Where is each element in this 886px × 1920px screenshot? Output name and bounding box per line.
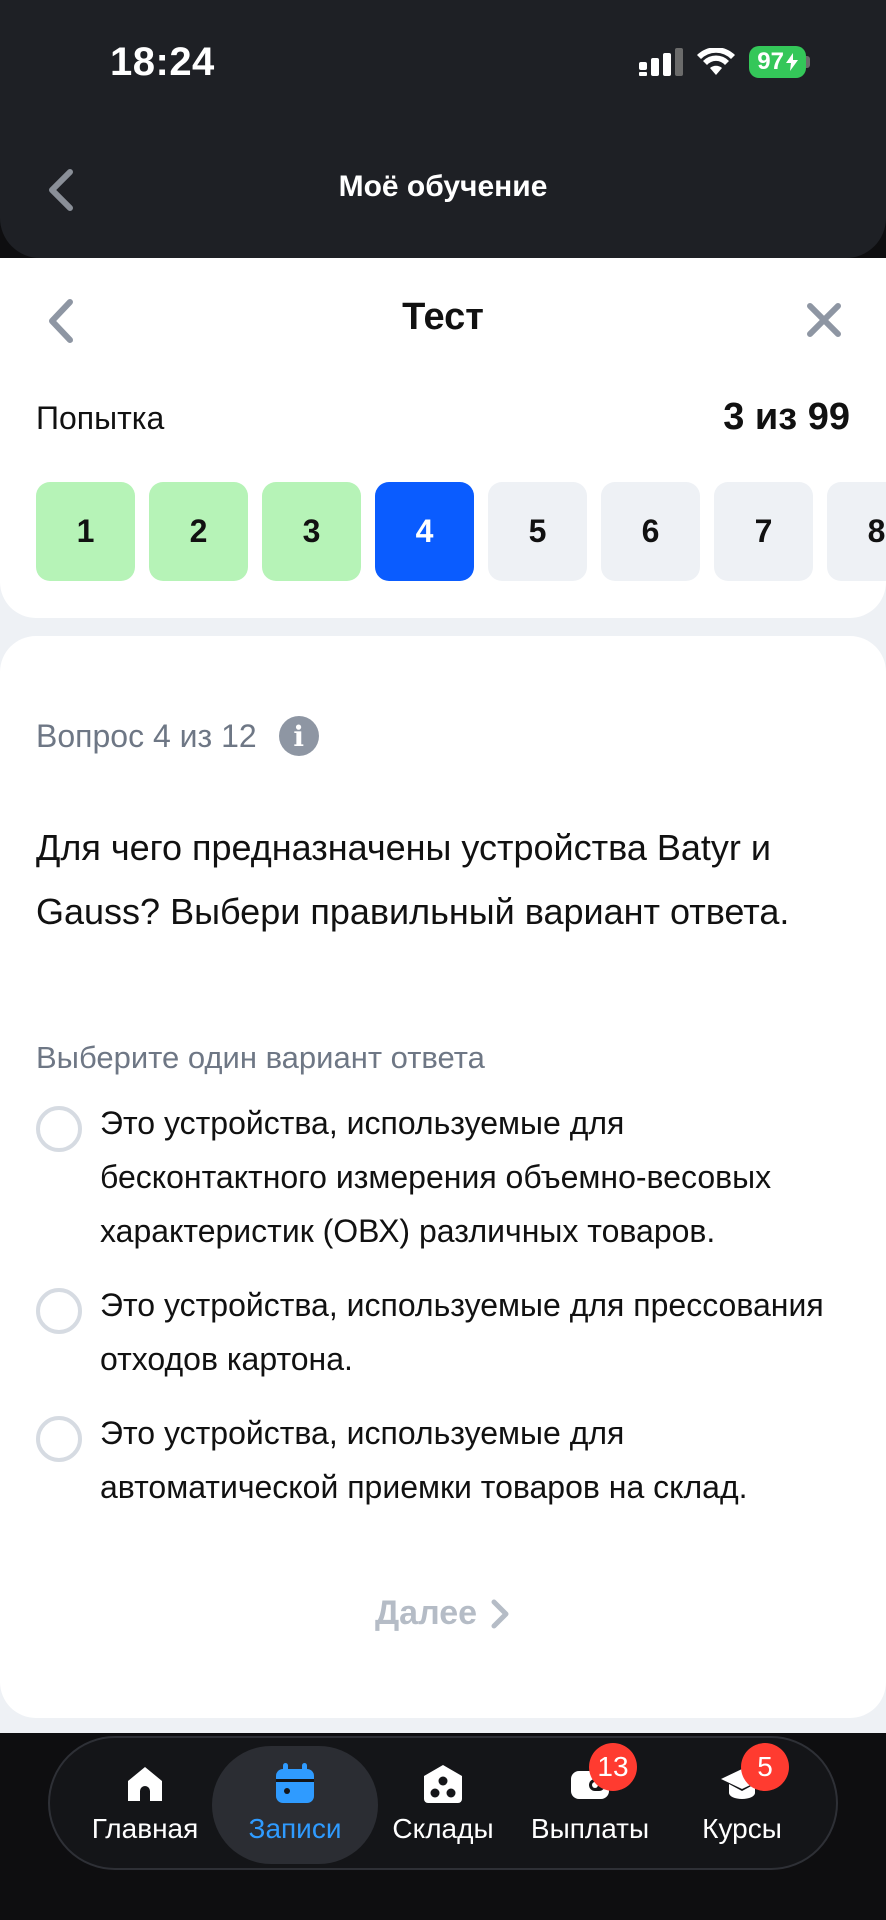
answer-hint: Выберите один вариант ответа [36, 1040, 485, 1075]
tab-records[interactable]: Записи [212, 1738, 378, 1868]
test-header-card: Тест Попытка 3 из 99 1 2 3 4 5 6 7 8 [0, 258, 886, 618]
payouts-badge: 13 [589, 1743, 637, 1791]
warehouse-icon [424, 1765, 462, 1803]
home-icon [128, 1767, 162, 1801]
step-4[interactable]: 4 [375, 482, 474, 581]
tab-payouts[interactable]: 13 Выплаты [508, 1738, 672, 1868]
app-title: Моё обучение [338, 170, 548, 203]
calendar-icon [276, 1763, 314, 1803]
step-2[interactable]: 2 [149, 482, 248, 581]
answer-options: Это устройства, используемые для бесконт… [36, 1102, 856, 1540]
app-header: 18:24 97 Моё обучение [0, 0, 886, 258]
courses-badge: 5 [741, 1743, 789, 1791]
next-button[interactable]: Далее [0, 1594, 886, 1633]
chevron-right-icon [491, 1599, 509, 1628]
answer-option-text: Это устройства, используемые для бесконт… [100, 1105, 772, 1249]
charging-bolt-icon [786, 53, 798, 71]
info-icon[interactable]: i [278, 716, 319, 756]
answer-option-text: Это устройства, используемые для прессов… [100, 1287, 824, 1377]
step-7[interactable]: 7 [714, 482, 813, 581]
step-5[interactable]: 5 [488, 482, 587, 581]
step-6[interactable]: 6 [601, 482, 700, 581]
wifi-icon [697, 48, 736, 75]
tab-courses[interactable]: 5 Курсы [672, 1738, 812, 1868]
attempt-label: Попытка [36, 400, 165, 436]
battery-indicator: 97 [749, 46, 810, 78]
page-title: Тест [402, 296, 484, 338]
answer-option[interactable]: Это устройства, используемые для прессов… [36, 1284, 856, 1386]
radio-button[interactable] [36, 1416, 82, 1462]
question-counter: Вопрос 4 из 12 i [36, 716, 319, 756]
answer-option[interactable]: Это устройства, используемые для автомат… [36, 1412, 856, 1514]
radio-button[interactable] [36, 1106, 82, 1152]
cellular-signal-icon [639, 48, 684, 76]
question-steps: 1 2 3 4 5 6 7 8 [36, 482, 886, 581]
question-card: Вопрос 4 из 12 i Для чего предназначены … [0, 636, 886, 1718]
answer-option[interactable]: Это устройства, используемые для бесконт… [36, 1102, 856, 1258]
status-time: 18:24 [110, 40, 215, 84]
tab-warehouses[interactable]: Склады [378, 1738, 508, 1868]
question-text: Для чего предназначены устройства Batyr … [36, 827, 790, 932]
radio-button[interactable] [36, 1288, 82, 1334]
step-3[interactable]: 3 [262, 482, 361, 581]
close-icon[interactable] [804, 300, 844, 340]
step-1[interactable]: 1 [36, 482, 135, 581]
tab-home[interactable]: Главная [80, 1738, 210, 1868]
attempt-value: 3 из 99 [723, 396, 850, 438]
status-icons: 97 [639, 46, 810, 78]
answer-option-text: Это устройства, используемые для автомат… [100, 1415, 748, 1505]
bottom-tab-bar: Главная Записи Склады 13 Выплаты 5 Курсы [48, 1736, 838, 1870]
step-8[interactable]: 8 [827, 482, 886, 581]
